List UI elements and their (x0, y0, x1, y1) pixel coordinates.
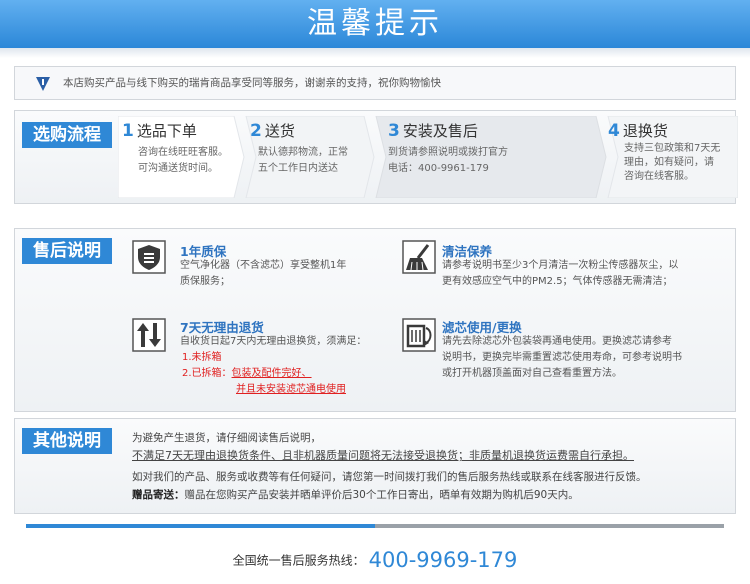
step-1-title: 1 选品下单 (122, 121, 197, 141)
page-title: 温馨提示 (307, 6, 443, 41)
step-1-desc: 咨询在线旺旺客服。 可沟通送货时间。 (138, 147, 228, 174)
other-line-1: 为避免产生退货，请仔细阅读售后说明， (132, 432, 321, 444)
hotline: 全国统一售后服务热线： 400-9969-179 (0, 548, 750, 572)
progress-bar (26, 524, 724, 528)
gift-label: 赠品寄送： (132, 489, 185, 501)
banner: 温馨提示 (0, 0, 750, 48)
filter-text: 请先去除滤芯外包装袋再通电使用。更换滤芯请参考 说明书，更换完毕需重置滤芯使用寿命… (442, 336, 682, 379)
down-triangle-icon (36, 77, 50, 91)
step-2-title: 2 送货 (250, 121, 295, 141)
step-4-desc: 支持三包政策和7天无 理由，如有疑问，请 咨询在线客服。 (624, 143, 721, 182)
returns-cond-2-detail: 并且未安装滤芯通电使用 (236, 384, 346, 395)
notice-text: 本店购买产品与线下购买的瑞肯商品享受同等服务，谢谢亲的支持，祝你购物愉快 (63, 77, 441, 89)
gift-note: 赠品寄送：赠品在您购买产品安装并晒单评价后30个工作日寄出，晒单有效期为购机后9… (132, 487, 579, 504)
other-tag: 其他说明 (22, 428, 112, 454)
purchase-tag: 选购流程 (22, 122, 112, 148)
warranty-text: 空气净化器（不含滤芯）享受整机1年 质保服务； (180, 260, 347, 287)
other-line-3: 如对我们的产品、服务或收费等有任何疑问，请您第一时间拨打我们的售后服务热线或联系… (132, 471, 647, 483)
progress-fill (26, 524, 375, 528)
notice-bar: 本店购买产品与线下购买的瑞肯商品享受同等服务，谢谢亲的支持，祝你购物愉快 (14, 66, 736, 100)
purchase-steps: 1 选品下单 咨询在线旺旺客服。 可沟通送货时间。 2 送货 默认德邦物流，正常 五个工… (118, 116, 738, 198)
returns-cond-2: 2.已拆箱：包装及配件完好、 (182, 368, 312, 379)
step-3-desc: 到货请参照说明或拨打官方 电话：400-9961-179 (388, 147, 508, 174)
return-arrows-icon (132, 318, 166, 352)
returns-cond-1: 1.未拆箱 (182, 352, 222, 363)
hotline-label: 全国统一售后服务热线： (232, 553, 365, 568)
step-2-desc: 默认德邦物流，正常 五个工作日内送达 (258, 147, 348, 174)
gift-text: 赠品在您购买产品安装并晒单评价后30个工作日寄出，晒单有效期为购机后90天内。 (184, 489, 579, 501)
step-4-title: 4 退换货 (608, 121, 668, 141)
banner-shadow (0, 48, 750, 58)
broom-icon (402, 240, 436, 274)
step-3-title: 3 安装及售后 (388, 121, 478, 141)
shield-icon (132, 240, 166, 274)
filter-replace-icon (402, 318, 436, 352)
returns-text: 自收货日起7天内无理由退换货，须满足： 1.未拆箱 2.已拆箱：包装及配件完好、… (180, 334, 366, 398)
hotline-number: 400-9969-179 (368, 548, 518, 572)
after-sales-section (14, 228, 736, 412)
cleaning-text: 请参考说明书至少3个月清洁一次粉尘传感器灰尘，以 更有效感应空气中的PM2.5；气… (442, 260, 679, 287)
other-line-2: 不满足7天无理由退换货条件、且非机器质量问题将无法接受退换货；非质量机退换货运费… (132, 449, 634, 462)
after-sales-tag: 售后说明 (22, 238, 112, 264)
